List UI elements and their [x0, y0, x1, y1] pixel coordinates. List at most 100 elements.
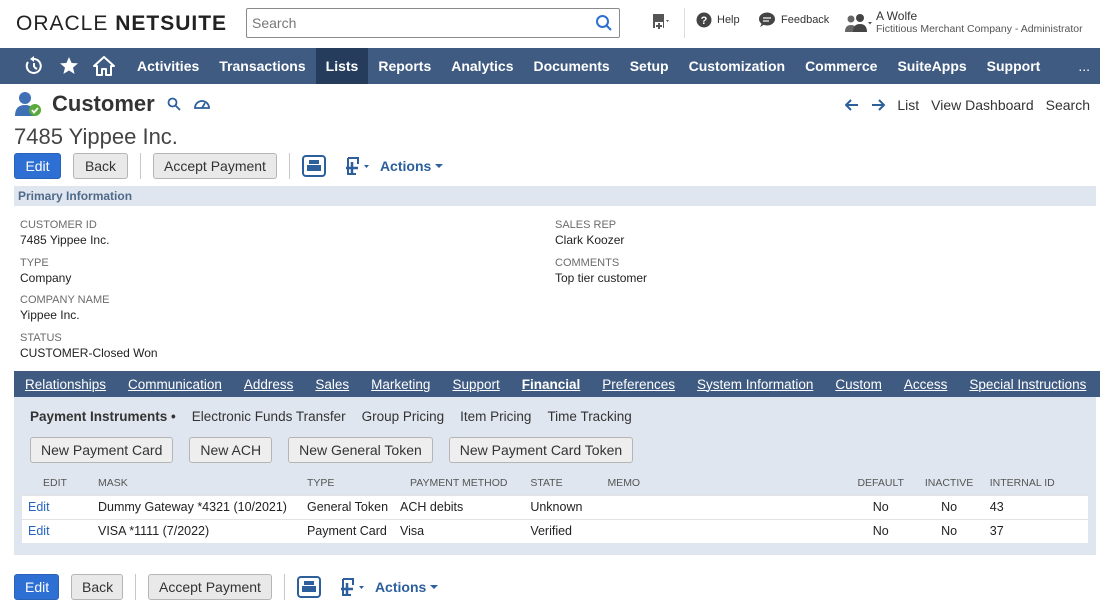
search-icon[interactable]	[595, 14, 613, 32]
arrow-left-icon[interactable]	[845, 99, 859, 111]
new-general-token-button[interactable]: New General Token	[288, 437, 433, 463]
subtab-time-tracking[interactable]: Time Tracking	[547, 409, 631, 424]
tab-special-instructions[interactable]: Special Instructions	[958, 377, 1097, 392]
global-search-input[interactable]	[247, 9, 587, 37]
tab-access[interactable]: Access	[893, 377, 959, 392]
col-type[interactable]: TYPE	[292, 471, 395, 495]
col-edit[interactable]: EDIT	[22, 471, 88, 495]
new-payment-card-button[interactable]: New Payment Card	[30, 437, 174, 463]
create-new-menu[interactable]	[650, 12, 672, 32]
sales-rep-label: SALES REP	[555, 219, 617, 231]
new-ach-button[interactable]: New ACH	[189, 437, 273, 463]
cell-state: Verified	[524, 518, 602, 543]
tab-support[interactable]: Support	[441, 377, 510, 392]
col-mask[interactable]: MASK	[87, 471, 293, 495]
table-row: Edit Dummy Gateway *4321 (10/2021) Gener…	[22, 494, 1088, 519]
cell-internal-id: 37	[983, 518, 1088, 543]
subtab-payment-instruments[interactable]: Payment Instruments •	[30, 409, 176, 424]
col-state[interactable]: STATE	[524, 471, 602, 495]
shortcuts-button[interactable]	[51, 48, 86, 84]
cell-internal-id: 43	[983, 494, 1088, 519]
subtab-electronic-funds-transfer[interactable]: Electronic Funds Transfer	[192, 409, 346, 424]
financial-panel: Payment Instruments • Electronic Funds T…	[14, 397, 1096, 555]
help-link[interactable]: ? Help	[696, 12, 740, 28]
list-link[interactable]: List	[897, 97, 919, 113]
record-search-icon[interactable]	[167, 97, 181, 111]
search-link[interactable]: Search	[1046, 97, 1090, 113]
nav-setup[interactable]: Setup	[620, 48, 679, 84]
print-icon	[296, 576, 321, 598]
col-default[interactable]: DEFAULT	[846, 471, 915, 495]
primary-information-header[interactable]: Primary Information	[14, 186, 1096, 206]
tab-relationships[interactable]: Relationships	[14, 377, 117, 392]
recent-records-icon	[25, 56, 42, 74]
back-button[interactable]: Back	[73, 153, 128, 179]
tab-communication[interactable]: Communication	[117, 377, 233, 392]
nav-reports[interactable]: Reports	[368, 48, 441, 84]
feedback-link[interactable]: Feedback	[758, 12, 829, 28]
nav-lists[interactable]: Lists	[315, 48, 369, 84]
feedback-label: Feedback	[781, 14, 830, 26]
payment-instruments-table: EDIT MASK TYPE PAYMENT METHOD STATE MEMO…	[22, 471, 1088, 543]
home-button[interactable]	[86, 48, 121, 84]
col-payment-method[interactable]: PAYMENT METHOD	[394, 471, 525, 495]
nav-commerce[interactable]: Commerce	[795, 48, 887, 84]
print-button[interactable]	[296, 576, 321, 598]
nav-activities[interactable]: Activities	[127, 48, 209, 84]
edit-button[interactable]: Edit	[14, 574, 59, 600]
nav-documents[interactable]: Documents	[523, 48, 619, 84]
back-button[interactable]: Back	[71, 574, 123, 600]
actions-menu[interactable]: Actions	[374, 579, 439, 595]
col-internal-id[interactable]: INTERNAL ID	[983, 471, 1088, 495]
tab-preferences[interactable]: Preferences	[591, 377, 686, 392]
view-dashboard-link[interactable]: View Dashboard	[931, 97, 1033, 113]
subtab-group-pricing[interactable]: Group Pricing	[362, 409, 445, 424]
actions-label: Actions	[374, 579, 427, 595]
nav-analytics[interactable]: Analytics	[441, 48, 523, 84]
subtab-payment-instruments-label: Payment Instruments	[30, 409, 168, 424]
nav-support[interactable]: Support	[977, 48, 1051, 84]
accept-payment-button[interactable]: Accept Payment	[153, 153, 277, 179]
nav-transactions[interactable]: Transactions	[209, 48, 315, 84]
actions-menu[interactable]: Actions	[379, 158, 444, 174]
tab-address[interactable]: Address	[233, 377, 305, 392]
tab-sales[interactable]: Sales	[304, 377, 360, 392]
user-name: A Wolfe	[876, 9, 918, 23]
company-name-field: COMPANY NAME Yippee Inc.	[20, 293, 109, 323]
nav-suiteapps[interactable]: SuiteApps	[887, 48, 976, 84]
new-document-menu[interactable]	[342, 156, 372, 176]
dashboard-icon[interactable]	[193, 97, 211, 111]
role-menu[interactable]	[842, 13, 872, 33]
print-button[interactable]	[301, 155, 326, 177]
tab-marketing[interactable]: Marketing	[360, 377, 441, 392]
user-info[interactable]: A Wolfe Fictitious Merchant Company - Ad…	[876, 10, 1083, 36]
arrow-right-icon[interactable]	[871, 99, 886, 111]
new-payment-card-token-button[interactable]: New Payment Card Token	[448, 437, 634, 463]
create-new-icon	[653, 14, 669, 30]
col-memo[interactable]: MEMO	[601, 471, 847, 495]
logo-oracle-text: ORACLE	[16, 12, 116, 35]
print-icon	[301, 155, 326, 177]
new-document-menu[interactable]	[337, 577, 367, 597]
row-edit-link[interactable]: Edit	[22, 518, 88, 543]
edit-button[interactable]: Edit	[14, 153, 61, 179]
col-inactive[interactable]: INACTIVE	[914, 471, 984, 495]
type-value: Company	[20, 271, 72, 285]
nav-more[interactable]: ...	[1068, 48, 1100, 84]
separator	[135, 574, 136, 600]
tab-custom[interactable]: Custom	[824, 377, 893, 392]
nav-customization[interactable]: Customization	[679, 48, 795, 84]
accept-payment-button[interactable]: Accept Payment	[148, 574, 272, 600]
actions-label: Actions	[379, 158, 432, 174]
netsuite-logo[interactable]: ORACLE NETSUITE	[16, 12, 227, 36]
subtab-item-pricing[interactable]: Item Pricing	[460, 409, 531, 424]
cell-memo	[601, 518, 847, 543]
recent-records-button[interactable]	[16, 48, 51, 84]
top-header: ORACLE NETSUITE ? Help Fee	[0, 0, 1100, 48]
active-subtab-marker: •	[167, 409, 176, 424]
tab-system-information[interactable]: System Information	[686, 377, 824, 392]
global-search	[246, 8, 620, 38]
status-field: STATUS CUSTOMER-Closed Won	[20, 331, 158, 361]
row-edit-link[interactable]: Edit	[22, 494, 88, 519]
tab-financial[interactable]: Financial	[511, 377, 592, 392]
